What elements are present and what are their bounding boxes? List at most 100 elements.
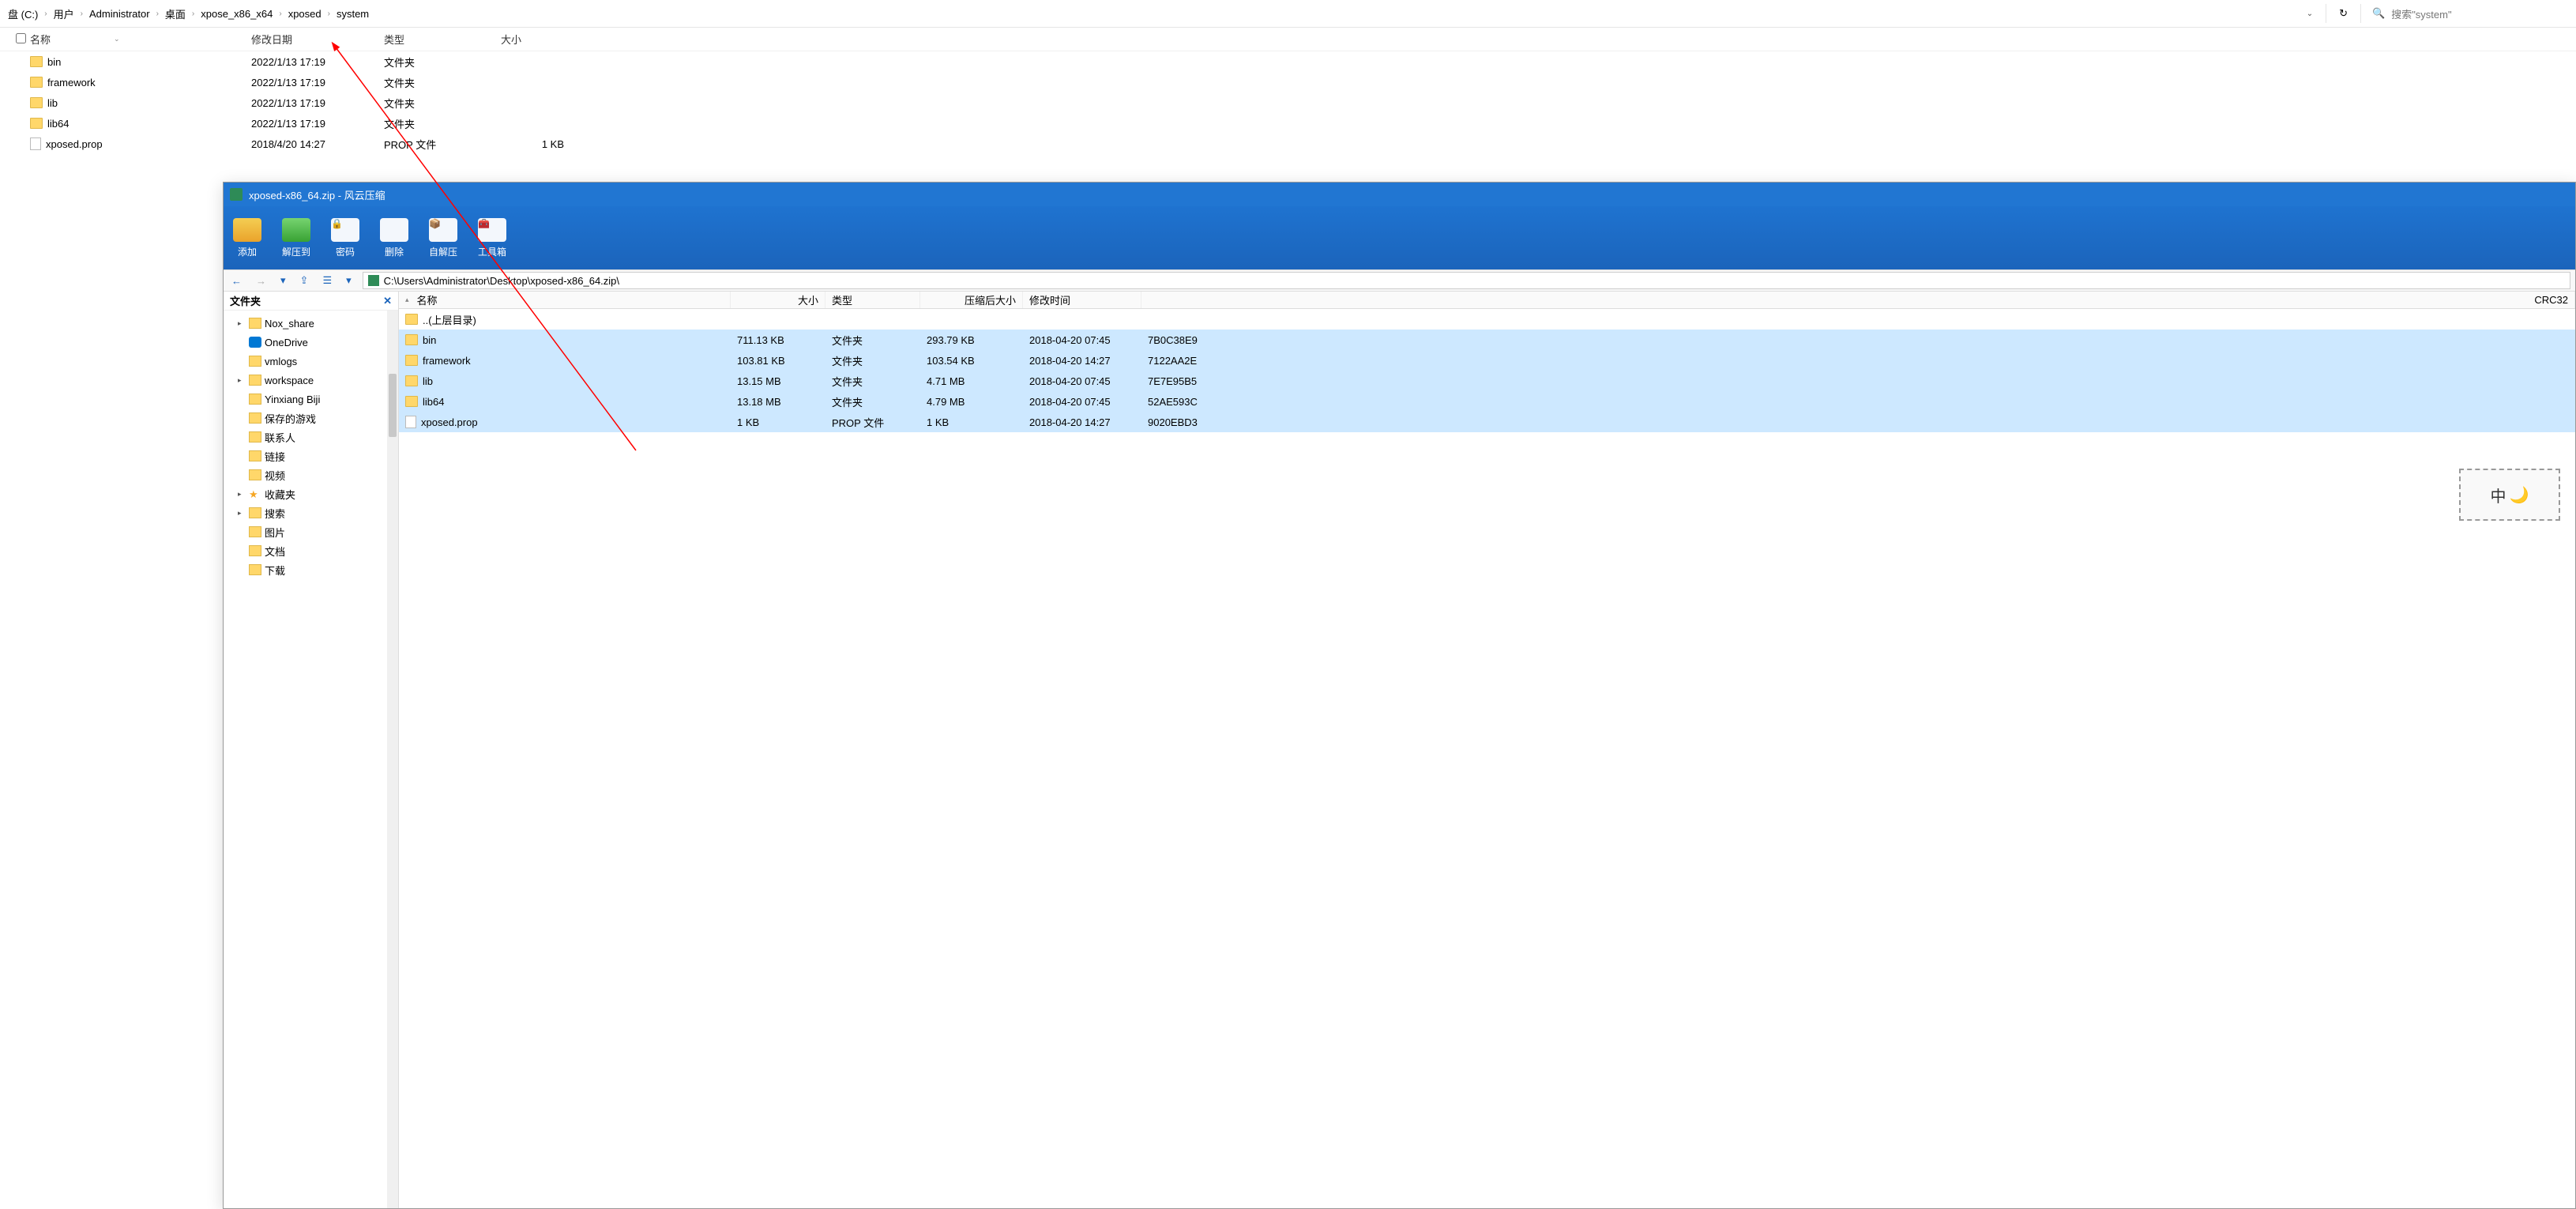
tree-item[interactable]: 图片 bbox=[224, 522, 398, 541]
tree-label: 下载 bbox=[265, 563, 285, 578]
explorer-row[interactable]: bin 2022/1/13 17:19 文件夹 bbox=[16, 51, 2576, 72]
folder-icon bbox=[30, 97, 43, 108]
file-mtime: 2018-04-20 14:27 bbox=[1023, 416, 1141, 428]
tree-item[interactable]: OneDrive bbox=[224, 333, 398, 352]
file-type: PROP 文件 bbox=[384, 137, 501, 152]
refresh-button[interactable]: ↻ bbox=[2331, 2, 2356, 24]
grid-row[interactable]: xposed.prop 1 KB PROP 文件 1 KB 2018-04-20… bbox=[399, 412, 2575, 432]
file-csize: 4.71 MB bbox=[920, 375, 1023, 387]
tools-button[interactable]: 🧰工具箱 bbox=[478, 218, 506, 258]
explorer-row[interactable]: lib 2022/1/13 17:19 文件夹 bbox=[16, 92, 2576, 113]
breadcrumb-item[interactable]: Administrator bbox=[89, 8, 150, 20]
game-icon bbox=[249, 412, 261, 424]
folder-tree[interactable]: ▸ Nox_share OneDrive vmlogs▸ workspace Y… bbox=[224, 311, 398, 1208]
file-name: xposed.prop bbox=[46, 138, 103, 150]
folder-icon bbox=[405, 334, 418, 345]
breadcrumb-item[interactable]: system bbox=[337, 8, 369, 20]
tree-item[interactable]: ▸ ★ 收藏夹 bbox=[224, 484, 398, 503]
expand-icon[interactable]: ▸ bbox=[238, 376, 246, 385]
extract-button[interactable]: 解压到 bbox=[282, 218, 310, 258]
col-size[interactable]: 大小 bbox=[501, 32, 580, 47]
ime-indicator[interactable]: 中🌙 bbox=[2459, 469, 2560, 521]
explorer-row[interactable]: lib64 2022/1/13 17:19 文件夹 bbox=[16, 113, 2576, 134]
tree-item[interactable]: Yinxiang Biji bbox=[224, 390, 398, 409]
scrollbar[interactable] bbox=[387, 311, 398, 1208]
file-name: lib bbox=[47, 97, 58, 109]
back-button[interactable]: ← bbox=[228, 275, 245, 287]
explorer-row[interactable]: xposed.prop 2018/4/20 14:27 PROP 文件 1 KB bbox=[16, 134, 2576, 154]
titlebar[interactable]: xposed-x86_64.zip - 风云压缩 bbox=[224, 183, 2575, 206]
nav-dropdown-icon[interactable]: ▾ bbox=[277, 274, 289, 287]
col-type[interactable]: 类型 bbox=[384, 32, 501, 47]
breadcrumb-item[interactable]: 用户 bbox=[54, 6, 74, 21]
expand-icon[interactable]: ▸ bbox=[238, 319, 246, 328]
col-date[interactable]: 修改日期 bbox=[251, 32, 384, 47]
file-date: 2018/4/20 14:27 bbox=[251, 138, 384, 150]
tree-item[interactable]: 保存的游戏 bbox=[224, 409, 398, 427]
onedrive-icon bbox=[249, 337, 261, 348]
file-size: 1 KB bbox=[501, 138, 580, 150]
folder-icon bbox=[30, 118, 43, 129]
file-type: 文件夹 bbox=[825, 394, 920, 409]
breadcrumb-item[interactable]: 桌面 bbox=[165, 6, 186, 21]
toolbar: 添加 解压到 🔒密码 🗑删除 📦自解压 🧰工具箱 bbox=[224, 206, 2575, 269]
file-type: 文件夹 bbox=[825, 333, 920, 348]
tree-item[interactable]: 联系人 bbox=[224, 427, 398, 446]
archive-window: xposed-x86_64.zip - 风云压缩 添加 解压到 🔒密码 🗑删除 … bbox=[223, 182, 2576, 1209]
breadcrumb[interactable]: 盘 (C:)›用户›Administrator›桌面›xpose_x86_x64… bbox=[5, 6, 2299, 21]
explorer-file-list[interactable]: bin 2022/1/13 17:19 文件夹 framework 2022/1… bbox=[0, 51, 2576, 154]
video-icon bbox=[249, 469, 261, 480]
tree-item[interactable]: ▸ workspace bbox=[224, 371, 398, 390]
tree-item[interactable]: 下载 bbox=[224, 560, 398, 579]
trash-icon: 🗑 bbox=[380, 218, 408, 242]
file-type: 文件夹 bbox=[384, 96, 501, 111]
breadcrumb-item[interactable]: 盘 (C:) bbox=[8, 6, 38, 21]
grid-row[interactable]: lib64 13.18 MB 文件夹 4.79 MB 2018-04-20 07… bbox=[399, 391, 2575, 412]
tree-item[interactable]: 视频 bbox=[224, 465, 398, 484]
tree-item[interactable]: ▸ 搜索 bbox=[224, 503, 398, 522]
explorer-column-header[interactable]: 名称⌄ 修改日期 类型 大小 bbox=[0, 28, 2576, 51]
list-view-icon[interactable]: ☰ bbox=[319, 274, 335, 287]
add-button[interactable]: 添加 bbox=[233, 218, 261, 258]
select-all-checkbox[interactable] bbox=[16, 33, 26, 43]
delete-button[interactable]: 🗑删除 bbox=[380, 218, 408, 258]
password-button[interactable]: 🔒密码 bbox=[331, 218, 359, 258]
file-mtime: 2018-04-20 14:27 bbox=[1023, 355, 1141, 367]
side-title: 文件夹 bbox=[230, 293, 261, 308]
breadcrumb-dropdown-icon[interactable]: ⌄ bbox=[2299, 5, 2321, 23]
tree-item[interactable]: ▸ Nox_share bbox=[224, 314, 398, 333]
scroll-thumb[interactable] bbox=[389, 374, 397, 437]
expand-icon[interactable]: ▸ bbox=[238, 509, 246, 518]
parent-dir-row[interactable]: ..(上层目录) bbox=[399, 309, 2575, 330]
tree-item[interactable]: vmlogs bbox=[224, 352, 398, 371]
file-mtime: 2018-04-20 07:45 bbox=[1023, 375, 1141, 387]
file-crc: 7E7E95B5 bbox=[1141, 375, 2575, 387]
chevron-right-icon: › bbox=[192, 9, 194, 18]
forward-button[interactable]: → bbox=[253, 275, 269, 287]
folder-icon bbox=[249, 394, 261, 405]
sfx-button[interactable]: 📦自解压 bbox=[429, 218, 457, 258]
tree-item[interactable]: 链接 bbox=[224, 446, 398, 465]
file-type: 文件夹 bbox=[384, 75, 501, 90]
explorer-row[interactable]: framework 2022/1/13 17:19 文件夹 bbox=[16, 72, 2576, 92]
tree-label: 视频 bbox=[265, 468, 285, 483]
link-icon bbox=[249, 450, 261, 461]
export-icon[interactable]: ⇪ bbox=[297, 274, 312, 287]
view-dropdown-icon[interactable]: ▾ bbox=[343, 274, 355, 287]
archive-file-grid[interactable]: ▴名称 大小 类型 压缩后大小 修改时间 CRC32 ..(上层目录)bin 7… bbox=[399, 292, 2575, 1208]
expand-icon[interactable]: ▸ bbox=[238, 490, 246, 499]
tree-item[interactable]: 文档 bbox=[224, 541, 398, 560]
grid-row[interactable]: lib 13.15 MB 文件夹 4.71 MB 2018-04-20 07:4… bbox=[399, 371, 2575, 391]
grid-row[interactable]: bin 711.13 KB 文件夹 293.79 KB 2018-04-20 0… bbox=[399, 330, 2575, 350]
grid-header[interactable]: ▴名称 大小 类型 压缩后大小 修改时间 CRC32 bbox=[399, 292, 2575, 309]
file-type: 文件夹 bbox=[825, 374, 920, 389]
pictures-icon bbox=[249, 526, 261, 537]
folder-icon bbox=[30, 77, 43, 88]
breadcrumb-item[interactable]: xpose_x86_x64 bbox=[201, 8, 273, 20]
extract-icon bbox=[282, 218, 310, 242]
path-input[interactable]: C:\Users\Administrator\Desktop\xposed-x8… bbox=[363, 272, 2570, 289]
breadcrumb-item[interactable]: xposed bbox=[288, 8, 322, 20]
side-close-icon[interactable]: ✕ bbox=[383, 295, 392, 307]
grid-row[interactable]: framework 103.81 KB 文件夹 103.54 KB 2018-0… bbox=[399, 350, 2575, 371]
search-input[interactable]: 🔍 搜索"system" bbox=[2366, 6, 2571, 21]
